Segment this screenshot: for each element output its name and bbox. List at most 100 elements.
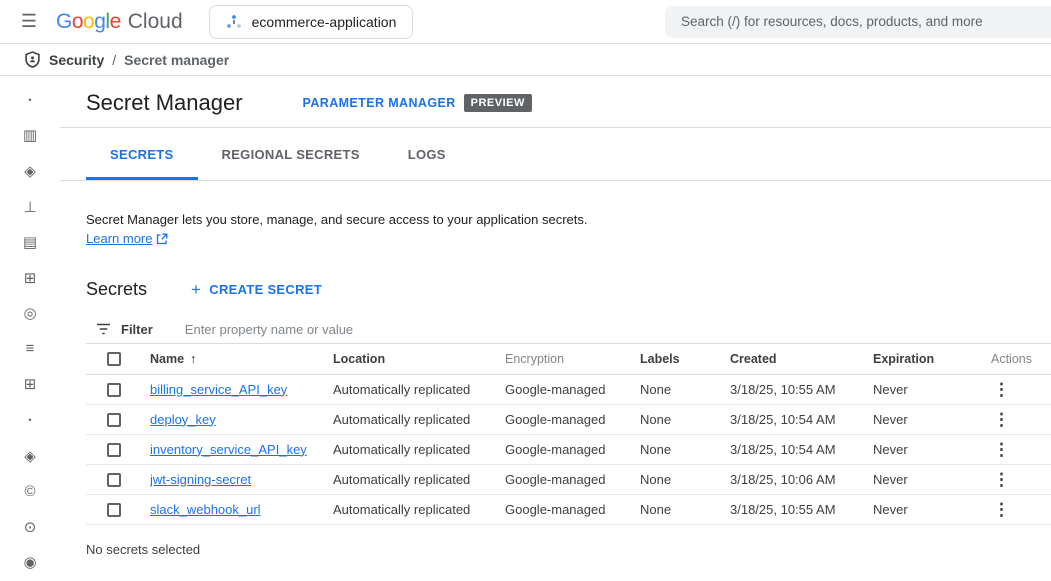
secret-link[interactable]: deploy_key [150,412,216,427]
row-checkbox[interactable] [107,503,121,517]
globe-shield-icon: ◉ [23,553,36,571]
row-actions-icon[interactable]: ⋮ [989,471,1014,488]
cell-location: Automatically replicated [333,434,505,464]
main-panel: Secret Manager PARAMETER MANAGER PREVIEW… [60,76,1051,580]
cell-labels: None [640,434,730,464]
cell-created: 3/18/25, 10:54 AM [730,434,873,464]
column-header-labels: Labels [640,344,730,374]
dot-icon: • [28,95,31,105]
table-row: billing_service_API_key Automatically re… [86,374,1051,404]
menu-icon[interactable]: ☰ [10,3,48,41]
row-checkbox[interactable] [107,383,121,397]
cell-location: Automatically replicated [333,464,505,494]
breadcrumb-separator: / [112,52,116,68]
shield-check-icon: ◈ [24,447,36,465]
secret-link[interactable]: slack_webhook_url [150,502,261,517]
cell-encryption: Google-managed [505,464,640,494]
row-actions-icon[interactable]: ⋮ [989,441,1014,458]
cell-location: Automatically replicated [333,494,505,524]
sidebar-item-8[interactable]: ≡ [10,331,50,367]
sidebar-item-10[interactable]: • [10,402,50,438]
table-header-row: Name↑ Location Encryption Labels Created… [86,344,1051,374]
column-header-created: Created [730,344,873,374]
scan-icon: ◎ [23,304,36,322]
sidebar-item-6[interactable]: ⊞ [10,260,50,296]
row-actions-icon[interactable]: ⋮ [989,381,1014,398]
cell-encryption: Google-managed [505,404,640,434]
project-selector[interactable]: ecommerce-application [209,5,414,39]
column-header-location: Location [333,344,505,374]
project-name: ecommerce-application [252,14,397,30]
preview-badge: PREVIEW [464,94,532,112]
row-checkbox[interactable] [107,413,121,427]
search-bar[interactable] [665,6,1051,38]
breadcrumb: Security / Secret manager [0,44,1051,76]
tab-logs[interactable]: LOGS [384,128,470,180]
cell-created: 3/18/25, 10:55 AM [730,494,873,524]
column-header-expiration: Expiration [873,344,975,374]
cell-location: Automatically replicated [333,374,505,404]
select-all-checkbox[interactable] [107,352,121,366]
sidebar-item-7[interactable]: ◎ [10,295,50,331]
external-link-icon [156,233,168,245]
learn-more-link[interactable]: Learn more [86,231,152,246]
learn-more-row: Learn more [86,231,1025,246]
secret-link[interactable]: billing_service_API_key [150,382,287,397]
create-secret-button[interactable]: + CREATE SECRET [191,281,322,298]
logo-letter: G [56,10,72,34]
column-header-actions: Actions [975,344,1051,374]
row-checkbox[interactable] [107,473,121,487]
page-title: Secret Manager [86,90,243,116]
sidebar-item-12[interactable]: © [10,473,50,509]
row-actions-icon[interactable]: ⋮ [989,501,1014,518]
cell-expiration: Never [873,374,975,404]
dot-icon: • [28,415,31,425]
filter-bar: Filter [86,315,1051,344]
secret-link[interactable]: inventory_service_API_key [150,442,307,457]
network-icon: ⊞ [24,269,37,287]
logo-letter: o [72,10,83,34]
logo-letter: e [110,10,121,34]
sidebar-nav: • ▥ ◈ ⊥ ▤ ⊞ ◎ ≡ ⊞ • ◈ © ⊙ ◉ [0,76,60,580]
tab-regional-secrets[interactable]: REGIONAL SECRETS [198,128,384,180]
table-row: deploy_key Automatically replicated Goog… [86,404,1051,434]
sidebar-item-11[interactable]: ◈ [10,438,50,474]
project-icon [226,14,242,30]
cell-encryption: Google-managed [505,494,640,524]
sidebar-item-4[interactable]: ⊥ [10,189,50,225]
sidebar-item-14[interactable]: ◉ [10,545,50,581]
logo-cloud-text: Cloud [128,10,183,34]
key-icon: ⊙ [24,518,37,536]
search-input[interactable] [681,14,1051,29]
cell-labels: None [640,494,730,524]
secret-link[interactable]: jwt-signing-secret [150,472,251,487]
compliance-icon: © [24,483,35,500]
breadcrumb-security[interactable]: Security [49,52,104,68]
sidebar-item-1[interactable]: • [10,82,50,118]
cell-expiration: Never [873,494,975,524]
row-actions-icon[interactable]: ⋮ [989,411,1014,428]
tab-secrets[interactable]: SECRETS [86,128,198,180]
table-row: slack_webhook_url Automatically replicat… [86,494,1051,524]
cell-expiration: Never [873,464,975,494]
sidebar-item-2[interactable]: ▥ [10,118,50,154]
column-header-encryption: Encryption [505,344,640,374]
filter-icon [96,323,111,335]
top-bar: ☰ G o o g l e Cloud ecommerce-applicatio… [0,0,1051,44]
sidebar-item-5[interactable]: ▤ [10,224,50,260]
google-cloud-logo[interactable]: G o o g l e Cloud [56,10,183,34]
cell-encryption: Google-managed [505,434,640,464]
sidebar-item-9[interactable]: ⊞ [10,367,50,403]
column-header-name[interactable]: Name↑ [150,344,333,374]
tab-bar: SECRETS REGIONAL SECRETS LOGS [60,127,1051,181]
cell-created: 3/18/25, 10:06 AM [730,464,873,494]
breadcrumb-page: Secret manager [124,52,229,68]
sidebar-item-3[interactable]: ◈ [10,153,50,189]
cell-location: Automatically replicated [333,404,505,434]
parameter-manager-link[interactable]: PARAMETER MANAGER [303,96,456,110]
cell-expiration: Never [873,434,975,464]
filter-input[interactable] [185,322,1051,337]
row-checkbox[interactable] [107,443,121,457]
sidebar-item-13[interactable]: ⊙ [10,509,50,545]
secrets-section-header: Secrets + CREATE SECRET [86,279,1025,300]
